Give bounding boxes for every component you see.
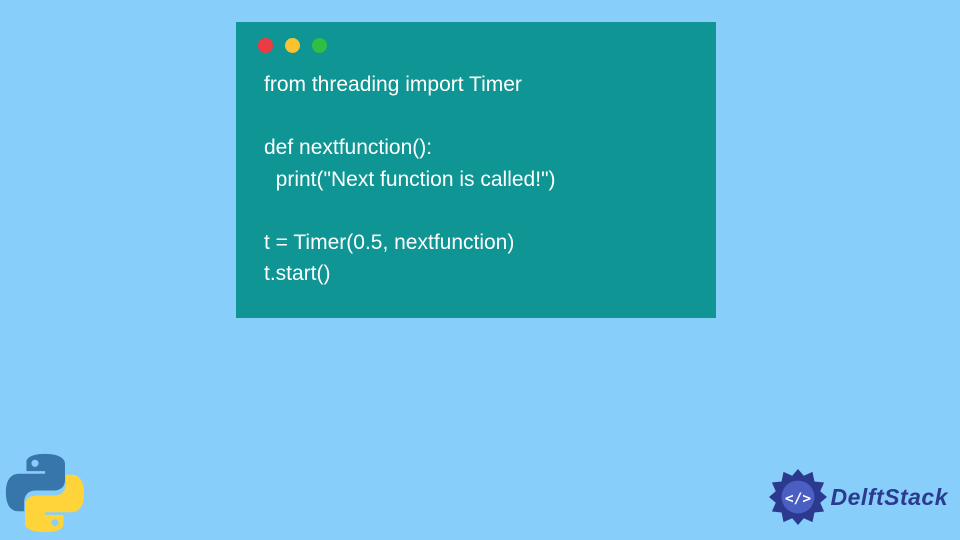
traffic-light-minimize-icon xyxy=(285,38,300,53)
python-logo-icon xyxy=(4,452,86,534)
delftstack-label: DelftStack xyxy=(831,484,948,511)
traffic-light-zoom-icon xyxy=(312,38,327,53)
delftstack-logo: </> DelftStack xyxy=(769,468,948,526)
code-window: from threading import Timer def nextfunc… xyxy=(236,22,716,318)
window-titlebar xyxy=(236,22,716,61)
traffic-light-close-icon xyxy=(258,38,273,53)
delftstack-badge-icon: </> xyxy=(769,468,827,526)
svg-text:</>: </> xyxy=(784,491,810,507)
code-block: from threading import Timer def nextfunc… xyxy=(236,61,716,298)
